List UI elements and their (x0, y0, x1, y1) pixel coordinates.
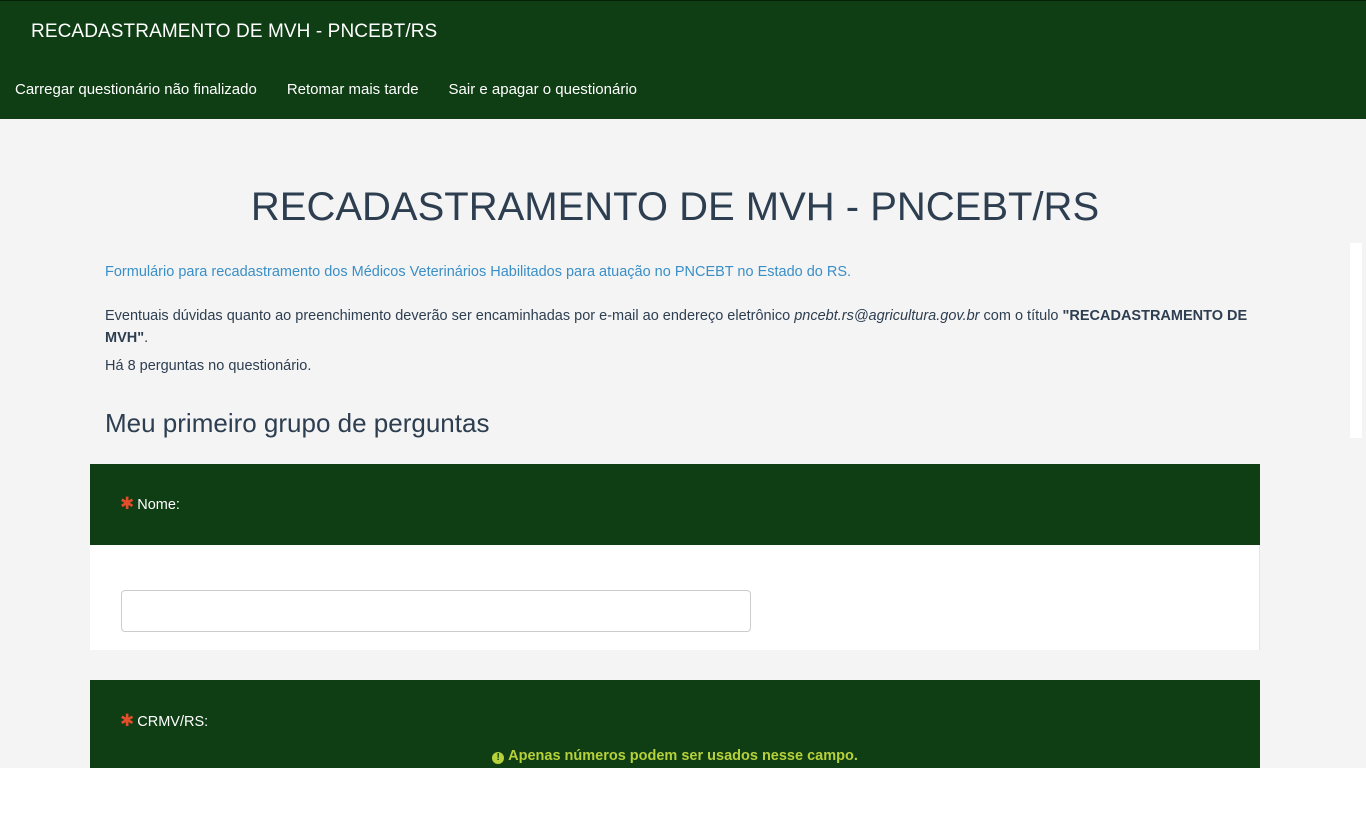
brand-title[interactable]: RECADASTRAMENTO DE MVH - PNCEBT/RS (31, 21, 437, 43)
numbers-only-tip: ! Apenas números podem ser usados nesse c… (90, 748, 1260, 764)
question-crmv-text: CRMV/RS: (137, 714, 209, 730)
note-suffix: . (144, 330, 149, 346)
load-unfinished-link[interactable]: Carregar questionário não finalizado (15, 81, 257, 98)
scrollbar[interactable] (1350, 243, 1362, 438)
numbers-only-tip-text: Apenas números podem ser usados nesse ca… (508, 748, 858, 764)
page-title: RECADASTRAMENTO DE MVH - PNCEBT/RS (250, 185, 1100, 229)
question-nome-text: Nome: (137, 497, 180, 513)
required-asterisk-icon: ✱ (120, 494, 135, 513)
exclamation-circle-icon: ! (492, 752, 505, 764)
resume-later-link[interactable]: Retomar mais tarde (287, 81, 419, 98)
survey-description: Formulário para recadastramento dos Médi… (105, 264, 852, 280)
question-nome-body (90, 545, 1260, 650)
question-crmv-label: ✱ CRMV/RS: (120, 711, 208, 731)
question-nome-header: ✱ Nome: (90, 464, 1260, 545)
contact-note: Eventuais dúvidas quanto ao preenchiment… (105, 305, 1265, 349)
required-asterisk-icon: ✱ (120, 711, 135, 730)
question-crmv-header: ✱ CRMV/RS: ! Apenas números podem ser usad… (90, 680, 1260, 768)
exit-and-clear-link[interactable]: Sair e apagar o questionário (449, 81, 637, 98)
question-count: Há 8 perguntas no questionário. (105, 358, 312, 374)
navbar-links: Carregar questionário não finalizado Ret… (15, 81, 667, 98)
group-title: Meu primeiro grupo de perguntas (105, 408, 490, 438)
nome-input[interactable] (121, 590, 751, 632)
contact-email: pncebt.rs@agricultura.gov.br (794, 308, 980, 324)
question-nome-label: ✱ Nome: (120, 494, 180, 514)
note-prefix: Eventuais dúvidas quanto ao preenchiment… (105, 308, 795, 324)
survey-content: RECADASTRAMENTO DE MVH - PNCEBT/RS Formu… (0, 119, 1366, 768)
note-middle: com o título (979, 308, 1063, 324)
top-navbar: RECADASTRAMENTO DE MVH - PNCEBT/RS Carre… (0, 0, 1366, 119)
